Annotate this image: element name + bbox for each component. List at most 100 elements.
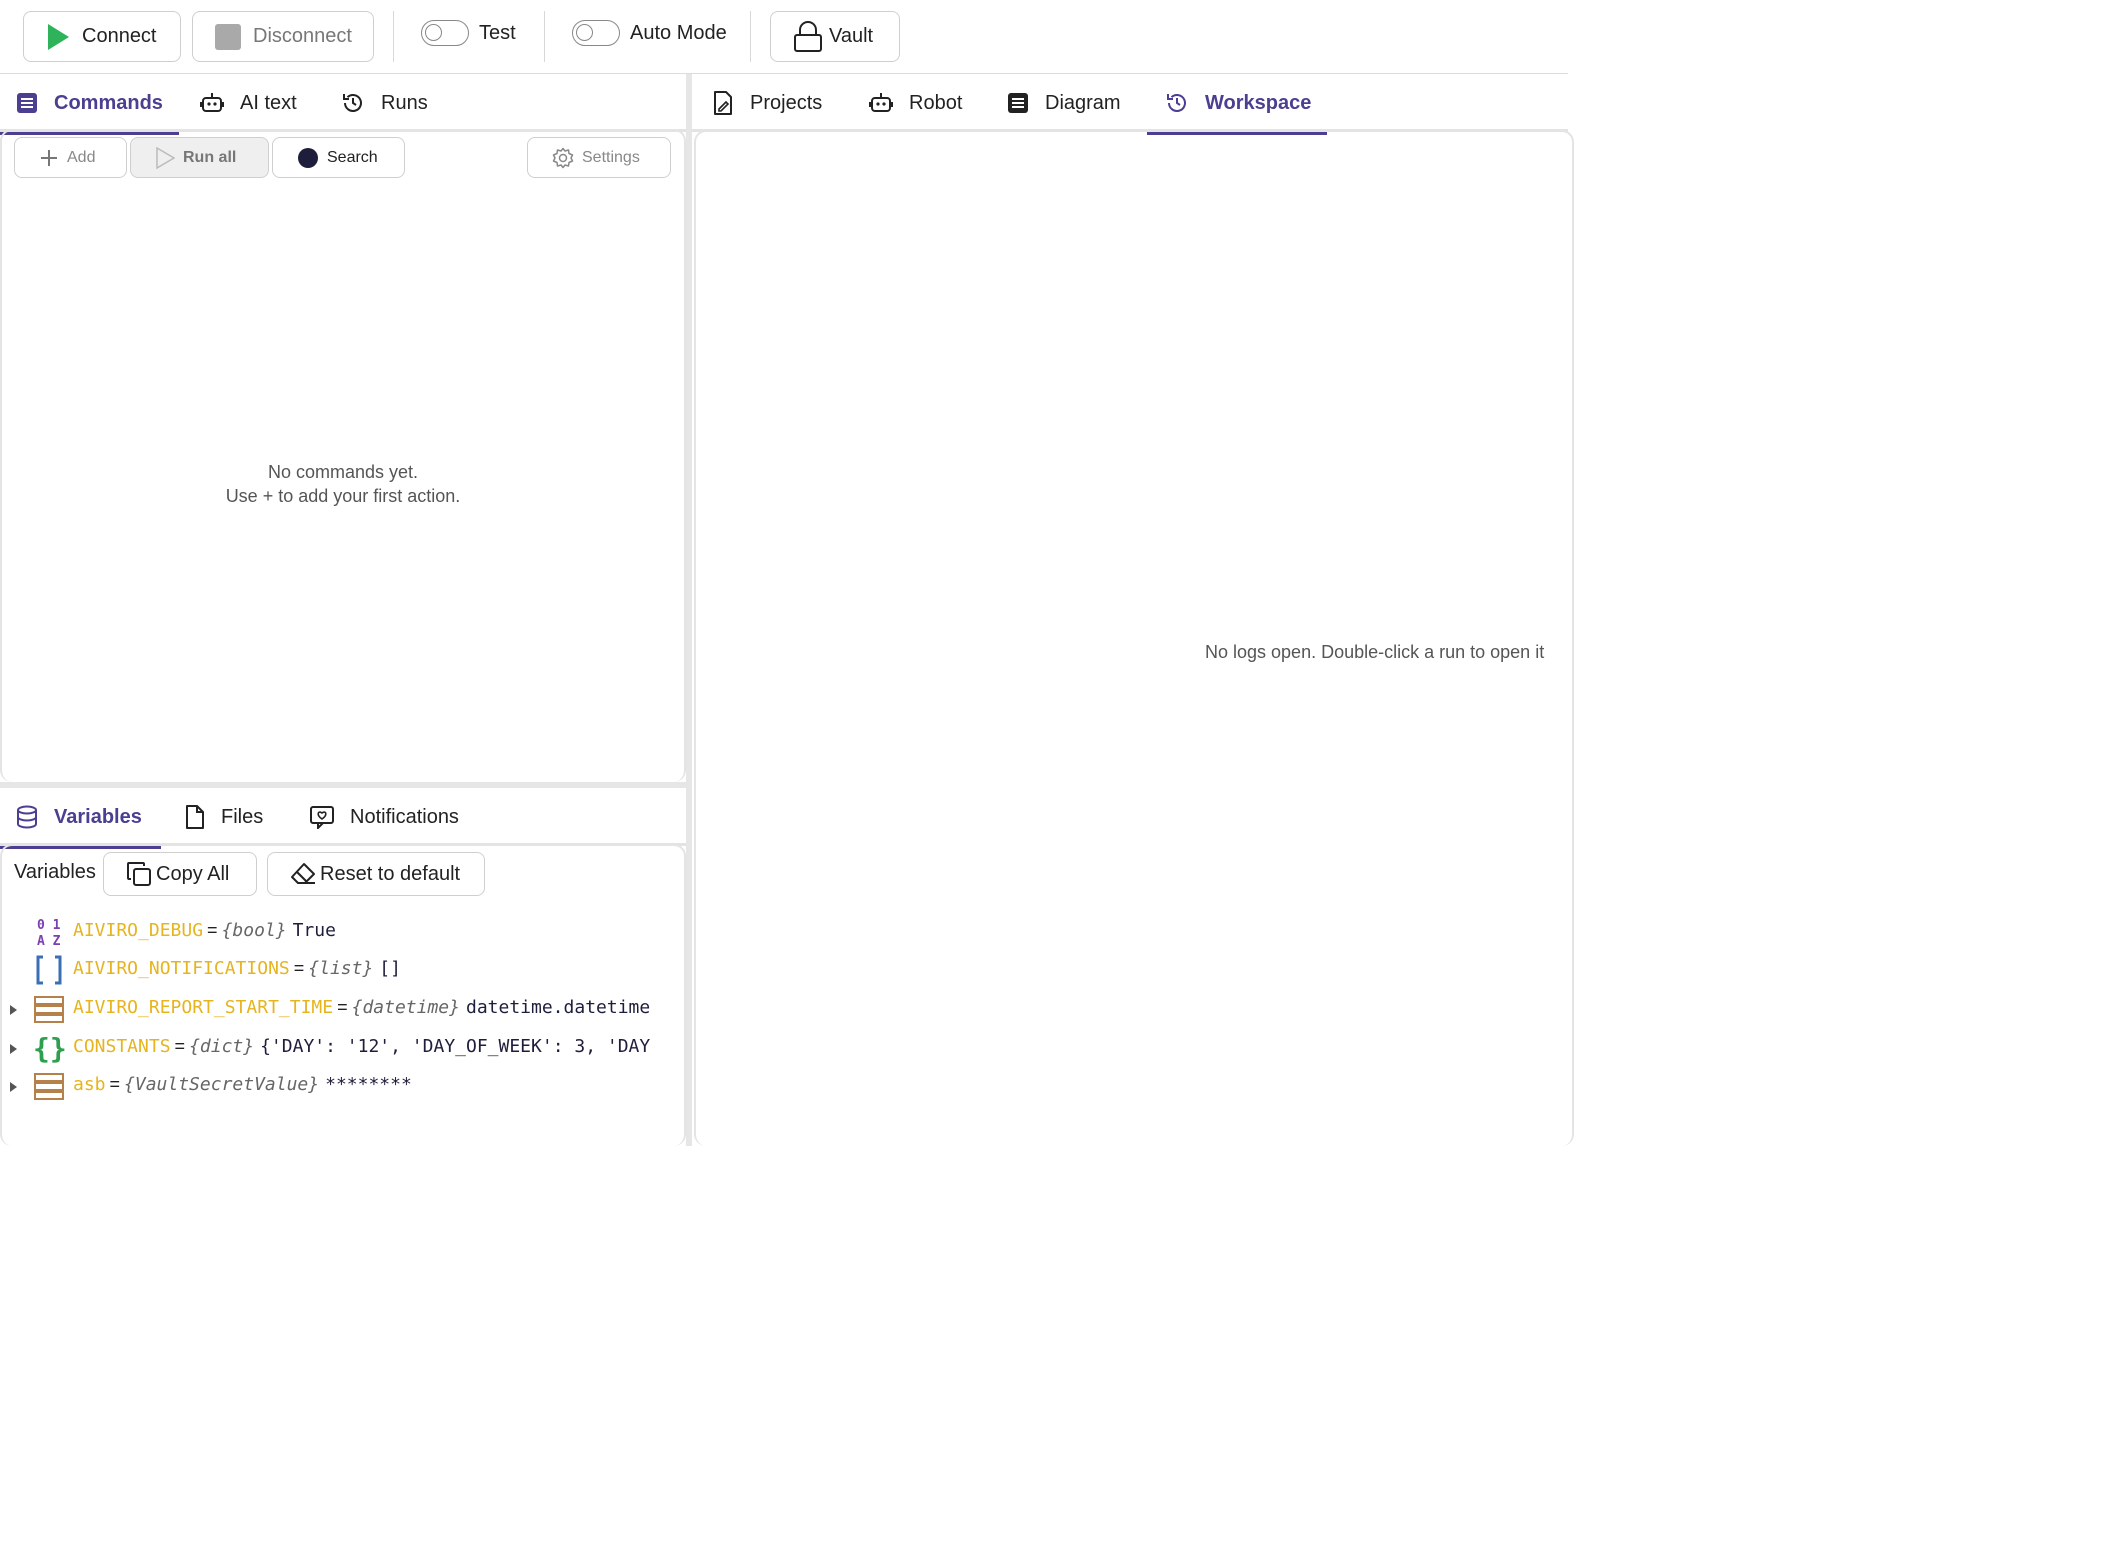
variable-row[interactable]: asb = {VaultSecretValue} ******** bbox=[0, 1068, 686, 1106]
copy-all-button[interactable]: Copy All bbox=[103, 852, 257, 896]
settings-label: Settings bbox=[582, 148, 640, 166]
reset-label: Reset to default bbox=[320, 862, 461, 885]
tab-notifications[interactable]: Notifications bbox=[310, 788, 459, 846]
run-all-label: Run all bbox=[183, 148, 237, 166]
add-label: Add bbox=[67, 148, 96, 166]
variable-row[interactable]: AIVIRO_REPORT_START_TIME = {datetime} datet… bbox=[0, 991, 686, 1029]
variable-value: True bbox=[292, 920, 336, 941]
tab-label: Files bbox=[221, 805, 264, 828]
robot-icon bbox=[200, 92, 224, 114]
tab-files[interactable]: Files bbox=[185, 788, 263, 846]
variable-row[interactable]: AIVIRO_NOTIFICATIONS = {list}[] bbox=[0, 952, 686, 990]
play-icon bbox=[46, 23, 70, 51]
lock-icon bbox=[793, 20, 823, 53]
svg-text:0 1: 0 1 bbox=[37, 918, 61, 933]
vault-button[interactable]: Vault bbox=[770, 11, 900, 62]
variable-value: {'DAY': '12', 'DAY_OF_WEEK': 3, 'DAY bbox=[260, 1036, 651, 1057]
object-icon bbox=[33, 1070, 65, 1102]
commands-panel bbox=[0, 129, 686, 782]
eraser-icon bbox=[290, 862, 316, 886]
run-all-button[interactable]: Run all bbox=[130, 137, 269, 178]
test-switch[interactable] bbox=[421, 20, 469, 46]
tab-label: Projects bbox=[750, 91, 823, 114]
search-label: Search bbox=[327, 148, 378, 166]
database-icon bbox=[16, 805, 38, 829]
variables-section-label: Variables bbox=[14, 861, 96, 883]
plus-icon bbox=[39, 148, 59, 168]
tab-label: Diagram bbox=[1045, 91, 1121, 114]
object-icon bbox=[33, 993, 65, 1025]
search-button[interactable]: Search bbox=[272, 137, 405, 178]
tab-ai-text[interactable]: AI text bbox=[200, 74, 297, 132]
top-toolbar: Connect Disconnect Test Auto Mode Vault bbox=[0, 0, 1568, 74]
app-root: Connect Disconnect Test Auto Mode Vault bbox=[0, 0, 1574, 1146]
tab-robot[interactable]: Robot bbox=[869, 74, 962, 132]
tab-variables[interactable]: Variables bbox=[0, 788, 161, 849]
robot-icon bbox=[869, 92, 893, 114]
file-edit-icon bbox=[712, 91, 734, 115]
history-icon bbox=[1165, 91, 1189, 115]
commands-empty-state: No commands yet. Use + to add your first… bbox=[0, 460, 686, 508]
tab-workspace[interactable]: Workspace bbox=[1147, 74, 1327, 135]
variable-name: AIVIRO_DEBUG bbox=[73, 920, 204, 941]
settings-button[interactable]: Settings bbox=[527, 137, 671, 178]
empty-line-2: Use + to add your first action. bbox=[225, 486, 461, 506]
tab-commands[interactable]: Commands bbox=[0, 74, 179, 135]
list-icon bbox=[16, 92, 38, 114]
toolbar-divider bbox=[544, 11, 545, 62]
test-label: Test bbox=[479, 21, 516, 44]
variable-type: {dict} bbox=[189, 1036, 255, 1057]
bottom-tab-bar: Variables Files Notifications bbox=[0, 788, 686, 849]
auto-mode-toggle[interactable]: Auto Mode bbox=[572, 20, 727, 46]
tab-label: Workspace bbox=[1205, 91, 1312, 114]
expand-arrow-icon[interactable] bbox=[10, 1082, 17, 1092]
auto-mode-switch[interactable] bbox=[572, 20, 620, 46]
connect-button[interactable]: Connect bbox=[23, 11, 181, 62]
tab-diagram[interactable]: Diagram bbox=[1007, 74, 1121, 132]
variable-type: {bool} bbox=[221, 920, 287, 941]
tab-label: Notifications bbox=[350, 805, 459, 828]
add-command-button[interactable]: Add bbox=[14, 137, 127, 178]
variable-row[interactable]: {} CONSTANTS = {dict} {'DAY': '12', 'DAY_OF… bbox=[0, 1030, 686, 1068]
tab-projects[interactable]: Projects bbox=[712, 74, 822, 132]
variable-type: {datetime} bbox=[351, 997, 460, 1018]
reset-to-default-button[interactable]: Reset to default bbox=[267, 852, 485, 896]
stop-icon bbox=[215, 23, 241, 50]
expand-arrow-icon[interactable] bbox=[10, 1044, 17, 1054]
variable-value: [] bbox=[379, 958, 401, 979]
variable-name: asb bbox=[73, 1074, 106, 1095]
test-toggle[interactable]: Test bbox=[421, 20, 516, 46]
history-icon bbox=[341, 91, 365, 115]
list-brackets-icon bbox=[33, 954, 65, 986]
toolbar-divider bbox=[393, 11, 394, 62]
expand-arrow-icon[interactable] bbox=[10, 1005, 17, 1015]
list-icon bbox=[1007, 92, 1029, 114]
search-icon bbox=[297, 147, 319, 169]
left-tab-bar: Commands AI text Runs bbox=[0, 74, 686, 135]
svg-text:{}: {} bbox=[33, 1032, 65, 1064]
dict-braces-icon: {} bbox=[33, 1032, 65, 1064]
variable-row[interactable]: 0 1A Z AIVIRO_DEBUG = {bool} True bbox=[0, 914, 686, 952]
vertical-splitter[interactable] bbox=[686, 74, 692, 1146]
tab-label: AI text bbox=[240, 91, 297, 114]
gear-icon bbox=[552, 147, 574, 169]
variable-value: ******** bbox=[325, 1074, 412, 1095]
tab-runs[interactable]: Runs bbox=[341, 74, 428, 132]
disconnect-label: Disconnect bbox=[253, 25, 352, 47]
right-tab-bar: Projects Robot Diagram Workspace bbox=[692, 74, 1568, 135]
vault-label: Vault bbox=[829, 25, 874, 47]
disconnect-button[interactable]: Disconnect bbox=[192, 11, 374, 62]
tab-label: Runs bbox=[381, 91, 428, 114]
variable-name: AIVIRO_REPORT_START_TIME bbox=[73, 997, 334, 1018]
svg-text:A Z: A Z bbox=[37, 934, 61, 947]
copy-icon bbox=[126, 861, 152, 887]
tab-label: Variables bbox=[54, 805, 142, 828]
empty-line-1: No commands yet. bbox=[267, 462, 419, 482]
tab-label: Robot bbox=[909, 91, 963, 114]
variable-type: {VaultSecretValue} bbox=[124, 1074, 320, 1095]
auto-mode-label: Auto Mode bbox=[630, 21, 727, 44]
workspace-empty-state: No logs open. Double-click a run to open… bbox=[1205, 642, 1545, 662]
tab-label: Commands bbox=[54, 91, 163, 114]
variable-name: AIVIRO_NOTIFICATIONS bbox=[73, 958, 290, 979]
variable-value: datetime.datetime bbox=[465, 997, 651, 1018]
